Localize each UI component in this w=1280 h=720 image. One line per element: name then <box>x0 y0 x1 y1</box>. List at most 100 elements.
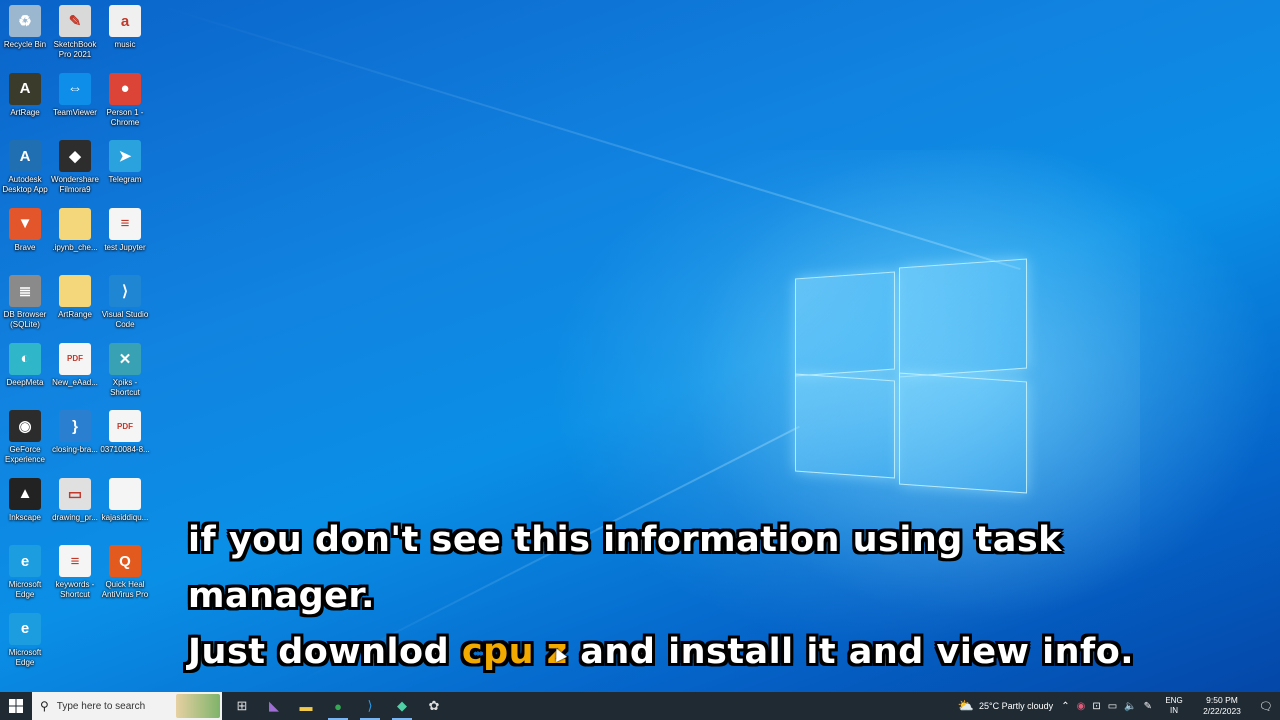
language-indicator[interactable]: ENG IN <box>1156 692 1192 720</box>
desktop-icon-label: DeepMeta <box>6 377 44 387</box>
desktop-icon-label: ArtRange <box>58 310 92 319</box>
taskbar-app-file-explorer[interactable]: ▬ <box>290 692 322 720</box>
pen-icon[interactable]: ✎ <box>1144 701 1152 712</box>
brave-icon: ▼ <box>9 207 41 240</box>
desktop-icon-label: drawing_pr... <box>52 512 98 522</box>
taskbar-search-box[interactable]: ⚲ Type here to search <box>32 692 222 720</box>
desktop-icon[interactable]: A Autodesk Desktop App <box>0 140 50 195</box>
pdf-icon: PDF <box>109 410 141 442</box>
desktop-icon[interactable]: ● Person 1 - Chrome <box>100 72 150 128</box>
telegram-icon: ➤ <box>109 140 141 172</box>
desktop-icon[interactable]: a music <box>100 5 150 50</box>
desktop-icon[interactable]: } closing-bra... <box>50 410 100 455</box>
desktop-icon[interactable]: ➤ Telegram <box>100 140 150 185</box>
desktop-icon[interactable]: ♻ Recycle Bin <box>0 5 50 50</box>
task-view-icon: ⊞ <box>236 698 248 713</box>
desktop-icon[interactable]: ≣ DB Browser (SQLite) <box>0 275 50 330</box>
caption-line-1: if you don't see this information using … <box>188 520 1062 616</box>
recycle-bin-icon: ♻ <box>9 5 41 37</box>
taskbar-app-filmora[interactable]: ◆ <box>386 692 418 720</box>
desktop-icon[interactable]: ◆ Wondershare Filmora9 <box>50 140 100 195</box>
folder-icon <box>59 275 91 307</box>
desktop-icon-label: New_eAad... <box>52 377 98 387</box>
windows-logo <box>795 255 1027 494</box>
document-icon: a <box>109 5 141 37</box>
notification-icon: 🗨 <box>1259 700 1273 713</box>
taskbar-app-visual-studio[interactable]: ◣ <box>258 692 290 720</box>
network-icon[interactable]: ▭ <box>1108 701 1117 712</box>
desktop-icon[interactable]: ◐ DeepMeta <box>0 342 50 388</box>
desktop-icon[interactable]: e Microsoft Edge <box>0 545 50 600</box>
volume-icon[interactable]: 🔈 <box>1124 701 1136 712</box>
taskbar-app-paint[interactable]: ✿ <box>418 692 450 720</box>
desktop: ♻ Recycle Bin ✎ SketchBook Pro 2021 a music A A… <box>0 0 1280 692</box>
desktop-icon[interactable]: ⇔ TeamViewer <box>50 72 100 118</box>
folder-icon <box>59 207 91 240</box>
filmora-icon: ◆ <box>397 698 407 713</box>
desktop-icon[interactable]: kajasiddiqu... <box>100 477 150 523</box>
desktop-icon[interactable]: ▲ Inkscape <box>0 477 50 523</box>
quickheal-icon: Q <box>109 545 141 577</box>
deepmeta-icon: ◐ <box>9 342 41 375</box>
clock[interactable]: 9:50 PM 2/22/2023 <box>1192 692 1252 720</box>
windows-logo-pane <box>795 271 895 377</box>
notifications-button[interactable]: 🗨 <box>1252 692 1280 720</box>
edge-icon: e <box>9 612 41 645</box>
desktop-icon[interactable]: ⟩ Visual Studio Code <box>100 275 150 330</box>
desktop-icon-label: closing-bra... <box>52 445 98 454</box>
video-caption: if you don't see this information using … <box>188 512 1198 680</box>
desktop-icon-label: Inkscape <box>8 512 42 522</box>
geforce-icon: ◉ <box>9 410 41 442</box>
record-icon[interactable]: ◉ <box>1077 701 1086 712</box>
database-icon: ≣ <box>9 275 41 307</box>
language-code: ENG <box>1165 696 1183 705</box>
desktop-icon[interactable]: ▼ Brave <box>0 207 50 253</box>
paint-icon: ✿ <box>428 698 440 713</box>
desktop-icon-label: Microsoft Edge <box>8 580 42 599</box>
camera-icon[interactable]: ⊡ <box>1092 701 1100 712</box>
desktop-icon-label: Quick Heal AntiVirus Pro <box>101 580 149 599</box>
desktop-icon[interactable]: PDF 03710084-8... <box>100 410 150 455</box>
desktop-icon-label: 03710084-8... <box>100 445 150 454</box>
desktop-icon[interactable]: ◉ GeForce Experience <box>0 410 50 465</box>
desktop-icon[interactable]: ≡ keywords - Shortcut <box>50 545 100 600</box>
desktop-icon-label: SketchBook Pro 2021 <box>53 40 97 59</box>
pdf-icon: PDF <box>59 342 91 375</box>
filmora-icon: ◆ <box>59 140 91 172</box>
document-icon: ≡ <box>59 545 91 577</box>
desktop-icon-label: Wondershare Filmora9 <box>51 175 99 194</box>
caption-text: Just downlod <box>188 632 462 672</box>
desktop-icon[interactable]: .ipynb_che... <box>50 207 100 253</box>
desktop-icon[interactable]: ✎ SketchBook Pro 2021 <box>50 5 100 60</box>
taskbar-app-chrome[interactable]: ● <box>322 692 354 720</box>
code-file-icon: } <box>59 410 91 442</box>
visual-studio-icon: ◣ <box>269 698 279 713</box>
desktop-icon-label: Autodesk Desktop App <box>2 175 48 194</box>
taskbar-apps: ⊞ ◣ ▬ ● ⟩ ◆ ✿ <box>226 692 450 720</box>
desktop-icon-label: Visual Studio Code <box>101 310 149 329</box>
chevron-up-icon[interactable]: ⌃ <box>1061 701 1069 712</box>
desktop-icon[interactable]: ▭ drawing_pr... <box>50 477 100 523</box>
desktop-icon[interactable]: e Microsoft Edge <box>0 612 50 668</box>
desktop-icon-label: ArtRage <box>10 107 40 117</box>
desktop-icon[interactable]: ✕ Xpiks - Shortcut <box>100 342 150 398</box>
taskbar-app-vscode[interactable]: ⟩ <box>354 692 386 720</box>
start-button[interactable] <box>0 692 32 720</box>
desktop-icon[interactable]: PDF New_eAad... <box>50 342 100 388</box>
desktop-icon[interactable]: ≡ test Jupyter <box>100 207 150 253</box>
desktop-icon[interactable]: A ArtRage <box>0 72 50 118</box>
autodesk-icon: A <box>9 140 41 172</box>
edge-icon: e <box>9 545 41 577</box>
weather-text: 25°C Partly cloudy <box>979 701 1054 711</box>
weather-widget[interactable]: ⛅ 25°C Partly cloudy <box>954 692 1057 720</box>
desktop-icon[interactable]: ArtRange <box>50 275 100 320</box>
desktop-icon[interactable]: Q Quick Heal AntiVirus Pro <box>100 545 150 600</box>
clock-time: 9:50 PM <box>1206 695 1238 705</box>
xpiks-icon: ✕ <box>109 342 141 375</box>
partly-cloudy-icon: ⛅ <box>957 698 975 713</box>
language-region: IN <box>1170 706 1178 715</box>
taskbar: ⚲ Type here to search ⊞ ◣ ▬ ● ⟩ ◆ ✿ ⛅ 25°C Par… <box>0 692 1280 720</box>
chrome-icon: ● <box>334 698 342 714</box>
inkscape-icon: ▲ <box>9 477 41 510</box>
taskbar-app-task-view[interactable]: ⊞ <box>226 692 258 720</box>
